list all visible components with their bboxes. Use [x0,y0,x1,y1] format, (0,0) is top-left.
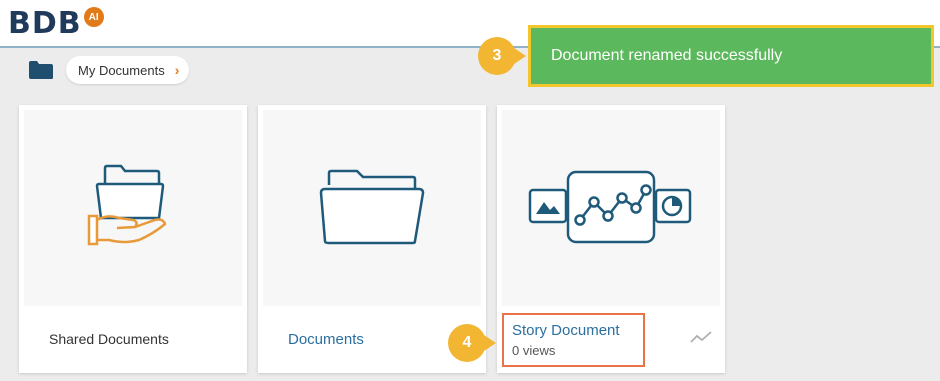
callout-step-3: 3 [478,37,516,75]
story-chart-icon [528,170,692,244]
card-image [263,110,481,306]
card-title: Documents [288,331,364,348]
folder-icon[interactable] [28,60,54,80]
card-shared-documents[interactable]: Shared Documents [19,105,247,373]
breadcrumb: My Documents › [28,56,190,84]
callout-step-4: 4 [448,324,486,362]
callout-arrow-3 [514,48,526,64]
breadcrumb-my-documents[interactable]: My Documents › [66,56,190,84]
card-title[interactable]: Story Document [512,321,635,341]
card-image [502,110,720,306]
breadcrumb-label: My Documents [78,62,165,78]
story-document-label-box[interactable]: Story Document 0 views [502,313,645,367]
logo-ai-badge: AI [83,7,104,27]
views-count: 0 views [512,343,556,358]
trend-icon[interactable] [690,330,712,344]
callout-arrow-4 [484,335,496,351]
folder-icon [319,169,425,245]
toast-notification: Document renamed successfully [528,25,934,87]
card-title: Shared Documents [49,331,169,347]
card-image [24,110,242,306]
logo-text: BDB [8,6,82,41]
chevron-right-icon: › [174,62,180,78]
toast-message: Document renamed successfully [551,47,783,64]
shared-folder-hand-icon [87,164,167,246]
app-logo[interactable]: BDB AI [8,6,104,42]
